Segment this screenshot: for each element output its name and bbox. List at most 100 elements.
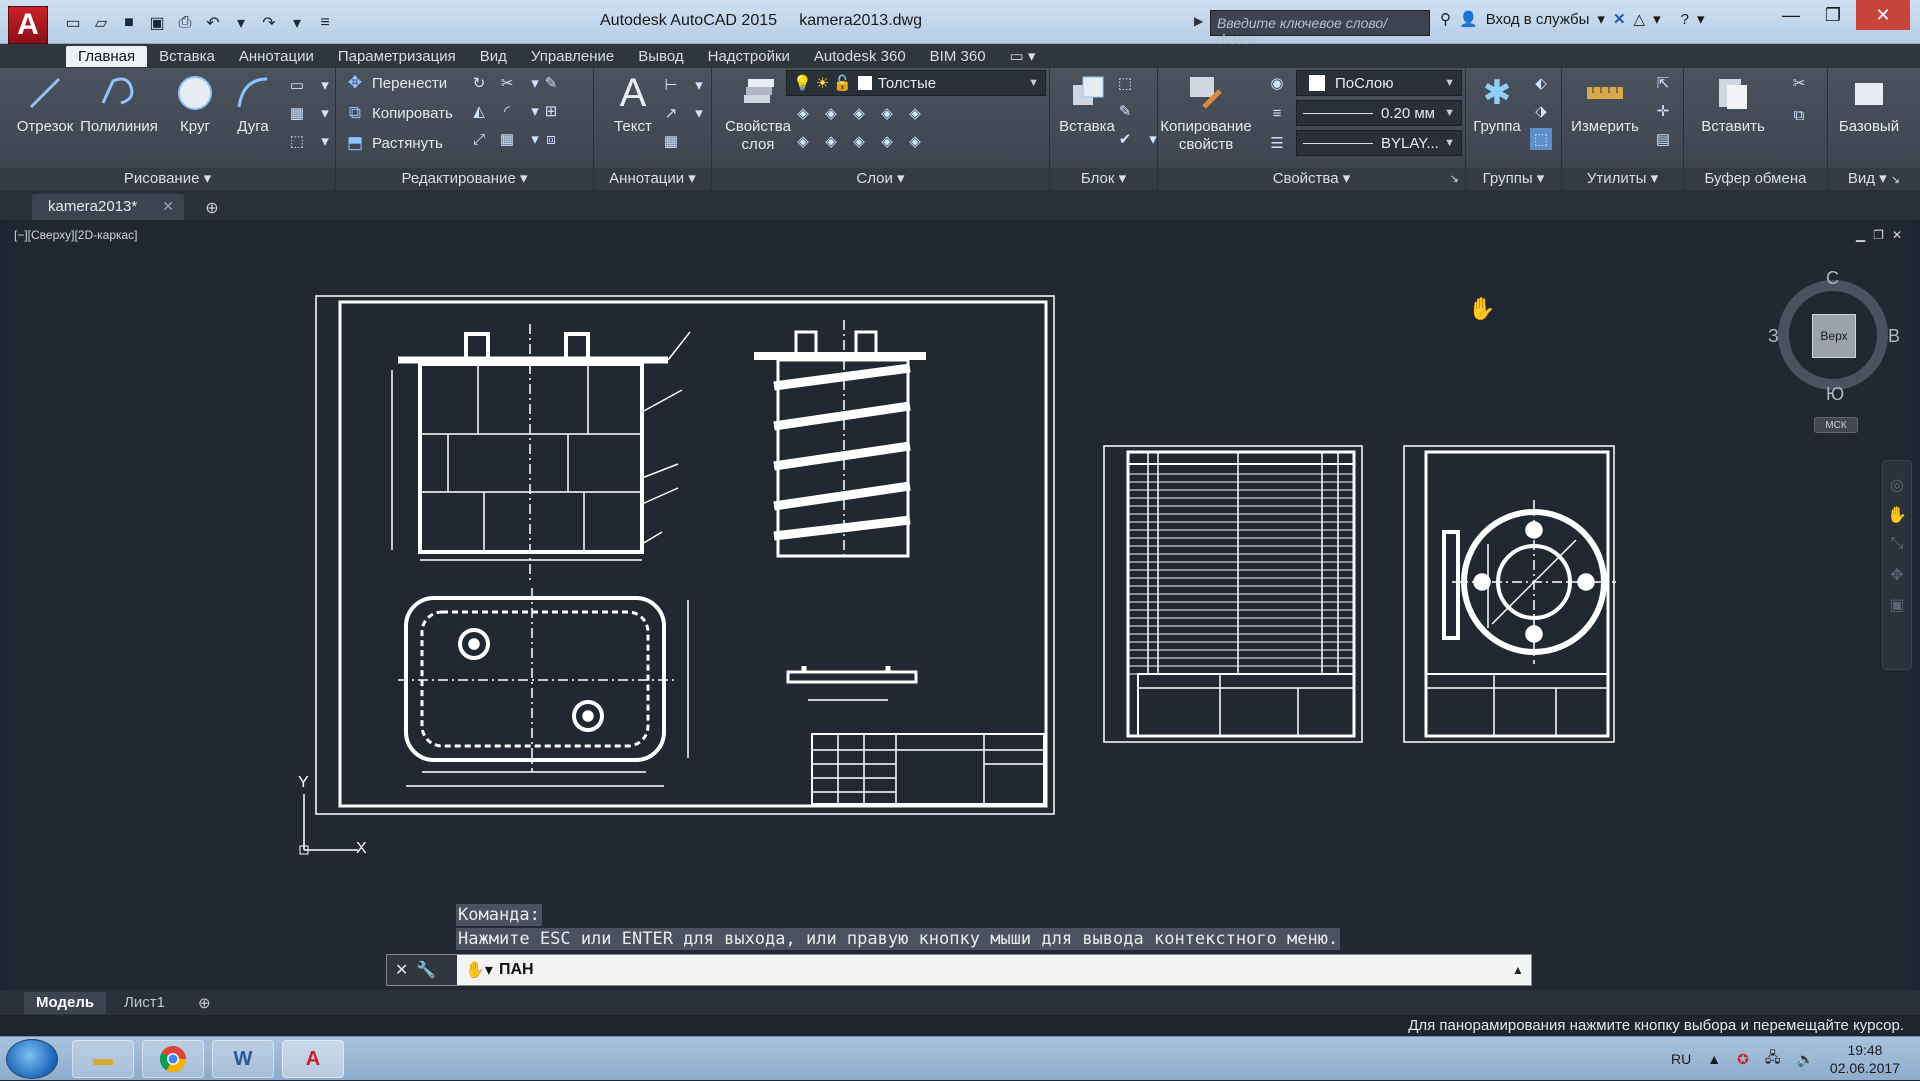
save-icon[interactable]: ■ (118, 12, 140, 34)
layer-tool-icon[interactable]: ◈ (904, 102, 926, 124)
compass-north[interactable]: С (1826, 268, 1839, 289)
minimize-button[interactable]: — (1770, 0, 1812, 30)
base-view-tool[interactable]: Базовый (1834, 72, 1904, 135)
layer-tool-icon[interactable]: ◈ (848, 102, 870, 124)
layer-tool-icon[interactable]: ◈ (848, 130, 870, 152)
rectangle-icon[interactable]: ▭ (286, 74, 308, 96)
quick-select-icon[interactable]: ⇱ (1652, 72, 1674, 94)
point-icon[interactable]: ✛ (1652, 100, 1674, 122)
cut-icon[interactable]: ✂ (1788, 72, 1810, 94)
steering-wheel-icon[interactable]: ◎ (1887, 475, 1907, 495)
orbit-icon[interactable]: ✥ (1887, 565, 1907, 585)
explode-icon[interactable]: ⊞ (540, 100, 562, 122)
help-icon[interactable]: ? (1681, 11, 1689, 28)
new-tab-button[interactable]: ⊕ (198, 198, 226, 218)
layer-tool-icon[interactable]: ◈ (792, 130, 814, 152)
hatch-icon[interactable]: ▦ (286, 102, 308, 124)
tab-annotate[interactable]: Аннотации (227, 46, 326, 67)
tab-home[interactable]: Главная (66, 45, 148, 67)
layers-panel-title[interactable]: Слои ▾ (712, 168, 1049, 190)
layer-tool-icon[interactable]: ◈ (904, 130, 926, 152)
annotation-panel-title[interactable]: Аннотации ▾ (594, 168, 711, 190)
wrench-icon[interactable]: 🔧 (416, 960, 436, 980)
polyline-tool[interactable]: Полилиния (80, 72, 158, 135)
fillet-icon[interactable]: ◜ (496, 100, 518, 122)
clock[interactable]: 19:48 02.06.2017 (1830, 1041, 1900, 1077)
view-panel-title[interactable]: Вид ▾ ↘ (1828, 168, 1920, 190)
maximize-button[interactable]: ❐ (1812, 0, 1854, 30)
edit-block-icon[interactable]: ✎ (1114, 100, 1136, 122)
binoculars-icon[interactable]: ⚲ (1440, 10, 1451, 28)
close-icon[interactable]: ✕ (162, 198, 174, 215)
group-selection-icon[interactable]: ⬚ (1530, 128, 1552, 150)
trim-icon[interactable]: ✂ (496, 72, 518, 94)
antivirus-icon[interactable]: ✪ (1737, 1051, 1749, 1068)
insert-block-tool[interactable]: Вставка (1052, 72, 1122, 135)
stretch-tool[interactable]: ⬒ Растянуть (344, 130, 443, 156)
start-button[interactable] (6, 1039, 58, 1079)
panel-launcher-icon[interactable]: ↘ (1450, 168, 1459, 190)
command-history-toggle[interactable]: ▲ (1505, 963, 1531, 977)
qat-customize-icon[interactable]: ≡ (314, 12, 336, 34)
tab-layout1[interactable]: Лист1 (112, 992, 177, 1014)
dropdown-icon[interactable]: ▾ (688, 102, 710, 124)
volume-icon[interactable]: 🔊 (1796, 1051, 1813, 1068)
color-dropdown[interactable]: ПоСлою ▼ (1296, 70, 1462, 96)
exchange-icon[interactable]: ✕ (1613, 10, 1626, 28)
showmotion-icon[interactable]: ▣ (1887, 595, 1907, 615)
compass-west[interactable]: З (1768, 326, 1779, 347)
table-icon[interactable]: ▦ (660, 130, 682, 152)
line-tool[interactable]: Отрезок (10, 72, 80, 135)
tray-expand-icon[interactable]: ▲ (1707, 1051, 1721, 1067)
language-indicator[interactable]: RU (1671, 1051, 1691, 1067)
sign-in-button[interactable]: Вход в службы (1486, 11, 1590, 28)
draw-panel-title[interactable]: Рисование ▾ (0, 168, 335, 190)
arc-tool[interactable]: Дуга (218, 72, 288, 135)
panel-launcher-icon[interactable]: ↘ (1891, 174, 1900, 186)
undo-dropdown-icon[interactable]: ▾ (230, 12, 252, 34)
measure-tool[interactable]: Измерить (1564, 72, 1646, 135)
dropdown-icon[interactable]: ▾ (1653, 10, 1661, 28)
dropdown-icon[interactable]: ▾ (314, 130, 336, 152)
redo-dropdown-icon[interactable]: ▾ (286, 12, 308, 34)
layer-tool-icon[interactable]: ◈ (876, 102, 898, 124)
tab-addins[interactable]: Надстройки (696, 46, 802, 67)
attributes-icon[interactable]: ✔ (1114, 128, 1136, 150)
close-icon[interactable]: ✕ (395, 960, 408, 980)
layer-tool-icon[interactable]: ◈ (876, 130, 898, 152)
redo-icon[interactable]: ↷ (258, 12, 280, 34)
autocad-icon[interactable]: A (282, 1040, 344, 1078)
leader-icon[interactable]: ↗ (660, 102, 682, 124)
lineweight-dropdown[interactable]: 0.20 мм ▼ (1296, 100, 1462, 126)
text-tool[interactable]: A Текст (598, 71, 668, 136)
zoom-extents-icon[interactable]: ⤡ (1887, 535, 1907, 555)
network-icon[interactable]: 🖧 (1765, 1047, 1781, 1071)
create-block-icon[interactable]: ⬚ (1114, 72, 1136, 94)
scale-icon[interactable]: ⤢ (468, 128, 490, 150)
erase-icon[interactable]: ✎ (540, 72, 562, 94)
explorer-icon[interactable]: ▬ (72, 1040, 134, 1078)
ungroup-icon[interactable]: ⬖ (1530, 72, 1552, 94)
properties-panel-title[interactable]: Свойства ▾ ↘ (1158, 168, 1465, 190)
open-icon[interactable]: ▱ (90, 12, 112, 34)
viewcube[interactable]: Верх С Ю З В МСК (1768, 268, 1900, 433)
copy-tool[interactable]: ⧉ Копировать (344, 100, 453, 126)
group-edit-icon[interactable]: ⬗ (1530, 100, 1552, 122)
dimension-icon[interactable]: ⊢ (660, 74, 682, 96)
ribbon-minimize-icon[interactable]: ▭ ▾ (998, 45, 1048, 67)
pan-icon[interactable]: ✋ (1887, 505, 1907, 525)
tab-view[interactable]: Вид (468, 46, 519, 67)
layer-dropdown[interactable]: 💡 ☀ 🔓 Толстые ▼ (786, 70, 1046, 96)
mirror-icon[interactable]: ◭ (468, 100, 490, 122)
group-tool[interactable]: ✱ Группа (1466, 72, 1528, 135)
drawing-area[interactable]: [−][Сверху][2D-каркас] ▁ ❐ ✕ Верх С Ю З … (8, 220, 1912, 990)
new-icon[interactable]: ▭ (62, 12, 84, 34)
search-input[interactable]: Введите ключевое слово/фразу (1210, 10, 1430, 47)
tab-output[interactable]: Вывод (626, 46, 695, 67)
viewcube-face[interactable]: Верх (1812, 314, 1856, 358)
match-properties-tool[interactable]: Копирование свойств (1160, 72, 1252, 154)
print-icon[interactable]: ⎙ (174, 12, 196, 34)
add-layout-button[interactable]: ⊕ (186, 992, 223, 1014)
boundary-icon[interactable]: ⬚ (286, 130, 308, 152)
groups-panel-title[interactable]: Группы ▾ (1466, 168, 1561, 190)
